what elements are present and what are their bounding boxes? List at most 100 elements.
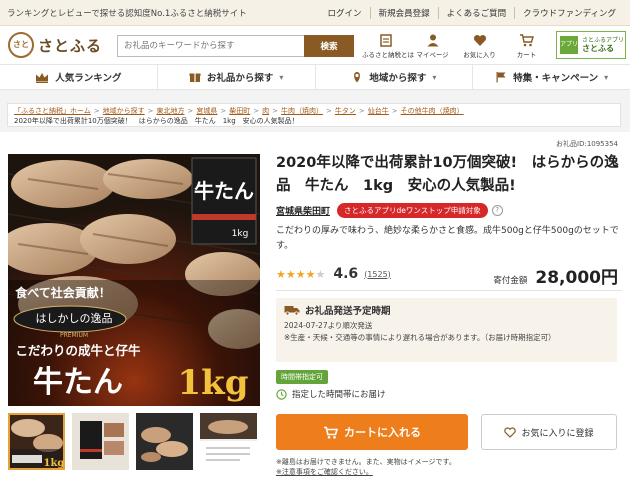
breadcrumb-link[interactable]: 牛肉（焼肉） (281, 107, 323, 115)
rating-score: 4.6 (333, 266, 359, 282)
breadcrumb-current: 2020年以降で出荷累計10万個突破！ はらからの逸品 牛たん 1kg 安心の人… (14, 117, 299, 125)
favorites-link[interactable]: お気に入り (456, 32, 503, 59)
flag-icon (495, 71, 507, 83)
review-count-link[interactable]: (1525) (364, 270, 391, 279)
divider (276, 290, 622, 291)
thumbnail[interactable] (72, 413, 129, 470)
app-onestop-tag: さとふるアプリdeワンストップ申請対象 (337, 203, 488, 218)
header-icon-menu: ふるさと納税とは マイページ お気に入り カート (362, 32, 550, 59)
breadcrumb-link[interactable]: 宮城県 (196, 107, 217, 115)
heart-icon (456, 32, 503, 47)
breadcrumb-link[interactable]: 地域から探す (103, 107, 145, 115)
add-to-favorites-button[interactable]: お気に入りに登録 (481, 414, 617, 450)
thumbnail-strip: 1kg (8, 413, 264, 470)
time-slot-row: 指定した時間帯にお届け (276, 388, 386, 400)
cart-icon (323, 426, 338, 439)
note-line-2[interactable]: ※注意事項をご確認ください。 (276, 467, 456, 477)
breadcrumb-link[interactable]: その他牛肉（焼肉） (401, 107, 464, 115)
gift-icon (189, 71, 201, 83)
thumbnail[interactable] (136, 413, 193, 470)
breadcrumb-link[interactable]: 仙台牛 (368, 107, 389, 115)
map-icon (351, 71, 363, 83)
star-rating-icon: ★★★★★ (276, 268, 325, 281)
shipping-note: ※生産・天候・交通等の事情により遅れる場合があります。（お届け時期指定可） (284, 333, 556, 342)
cart-icon (503, 32, 550, 47)
main-nav: 人気ランキング お礼品から探す ▾ 地域から探す ▾ 特集・キャンペーン ▾ (0, 64, 630, 90)
nav-campaign[interactable]: 特集・キャンペーン ▾ (472, 65, 630, 89)
prefecture-link[interactable]: 宮城県柴田町 (276, 204, 330, 217)
faq-link[interactable]: よくあるご質問 (437, 7, 515, 19)
site-header: さと さとふる 検索 ふるさと納税とは マイページ お気に入り (0, 26, 630, 64)
price-value: 28,000円 (535, 268, 618, 288)
crowdfunding-link[interactable]: クラウドファンディング (514, 7, 624, 19)
top-bar: ランキングとレビューで探せる認知度No.1ふるさと納税サイト ログイン 新規会員… (0, 0, 630, 26)
crown-icon (35, 72, 49, 83)
price-row: 寄付金額 28,000円 (493, 263, 618, 288)
note-line-1: ※離島はお届けできません。また、実物はイメージです。 (276, 458, 456, 466)
product-box: 牛たん 1kg (191, 157, 257, 245)
breadcrumb-link[interactable]: 東北地方 (157, 107, 185, 115)
nav-region-search[interactable]: 地域から探す ▾ (314, 65, 473, 89)
price-label: 寄付金額 (493, 276, 528, 286)
truck-icon (284, 304, 300, 316)
nav-gift-search[interactable]: お礼品から探す ▾ (156, 65, 315, 89)
star-icon: ★ (276, 267, 286, 281)
product-notes: ※離島はお届けできません。また、実物はイメージです。 ※注意事項をご確認ください… (276, 457, 456, 477)
breadcrumb-link[interactable]: 牛タン (335, 107, 356, 115)
nav-ranking[interactable]: 人気ランキング (0, 65, 157, 89)
logo-mark: さと (8, 32, 34, 58)
image-catch: こだわりの成牛と仔牛 (15, 343, 141, 358)
help-icon[interactable]: ? (491, 205, 503, 216)
mypage-link[interactable]: マイページ (409, 32, 456, 59)
image-premium: PREMIUM (60, 332, 88, 339)
search-button[interactable]: 検索 (304, 35, 354, 57)
thumbnail[interactable]: 1kg (8, 413, 65, 470)
breadcrumb-link[interactable]: 肉 (262, 107, 269, 115)
cart-label: カート (516, 51, 537, 59)
add-to-cart-label: カートに入れる (344, 426, 421, 439)
image-name: 牛たん (33, 365, 123, 400)
svg-text:1kg: 1kg (44, 458, 65, 469)
register-link[interactable]: 新規会員登録 (369, 7, 438, 19)
star-icon: ★ (285, 267, 296, 281)
nav-gift-label: お礼品から探す (206, 73, 274, 84)
site-tagline: ランキングとレビューで探せる認知度No.1ふるさと納税サイト (7, 9, 247, 19)
search-box: 検索 (117, 35, 354, 57)
thumbnail[interactable] (200, 413, 257, 470)
app-mark: アプリ (560, 36, 578, 54)
rating-row: ★★★★★ 4.6 (1525) (276, 266, 391, 282)
breadcrumb-link[interactable]: 「ふるさと納税」ホーム (14, 107, 91, 115)
furusato-icon (362, 32, 409, 47)
item-id: お礼品ID:1095354 (556, 140, 618, 148)
furusato-about-link[interactable]: ふるさと納税とは (362, 32, 414, 59)
app-badge-text: さとふるアプリ さとふる (582, 37, 624, 53)
nav-campaign-label: 特集・キャンペーン (513, 73, 599, 84)
chevron-down-icon: ▾ (432, 72, 437, 82)
heart-outline-icon (504, 426, 517, 438)
nav-region-label: 地域から探す (369, 73, 427, 84)
product-main-image[interactable]: 牛たん 1kg 食べて社会貢献！ はしかしの逸品 PREMIUM こだわりの成牛… (8, 154, 260, 406)
shipping-date: 2024-07-27より順次発送 (284, 321, 373, 330)
chevron-down-icon: ▾ (279, 72, 284, 82)
cart-link[interactable]: カート (503, 32, 550, 59)
user-icon (409, 32, 456, 47)
breadcrumb-link[interactable]: 柴田町 (229, 107, 250, 115)
add-to-favorites-label: お気に入りに登録 (521, 428, 594, 439)
nav-ranking-label: 人気ランキング (55, 73, 122, 84)
top-links: ログイン 新規会員登録 よくあるご質問 クラウドファンディング (320, 7, 624, 19)
logo-text: さとふる (38, 36, 103, 55)
add-to-cart-button[interactable]: カートに入れる (276, 414, 468, 450)
app-badge[interactable]: アプリ さとふるアプリ さとふる (556, 31, 626, 59)
time-slot-tag: 時間帯指定可 (276, 370, 328, 384)
search-input[interactable] (118, 36, 303, 56)
product-title: 2020年以降で出荷累計10万個突破! はらからの逸品 牛たん 1kg 安心の人… (276, 155, 619, 194)
site-logo[interactable]: さと さとふる (8, 32, 102, 58)
product-description: こだわりの厚みで味わう、絶妙な柔らかさと食感。成牛500gと仔牛500gのセット… (276, 226, 619, 251)
shipping-heading-row: お礼品発送予定時期 (284, 303, 609, 317)
star-icon: ★ (295, 267, 306, 281)
box-label: 牛たん (194, 179, 254, 203)
login-link[interactable]: ログイン (320, 7, 370, 19)
image-banner: 食べて社会貢献！ (14, 285, 111, 300)
time-slot-text: 指定した時間帯にお届け (292, 390, 386, 400)
chevron-down-icon: ▾ (604, 72, 609, 82)
